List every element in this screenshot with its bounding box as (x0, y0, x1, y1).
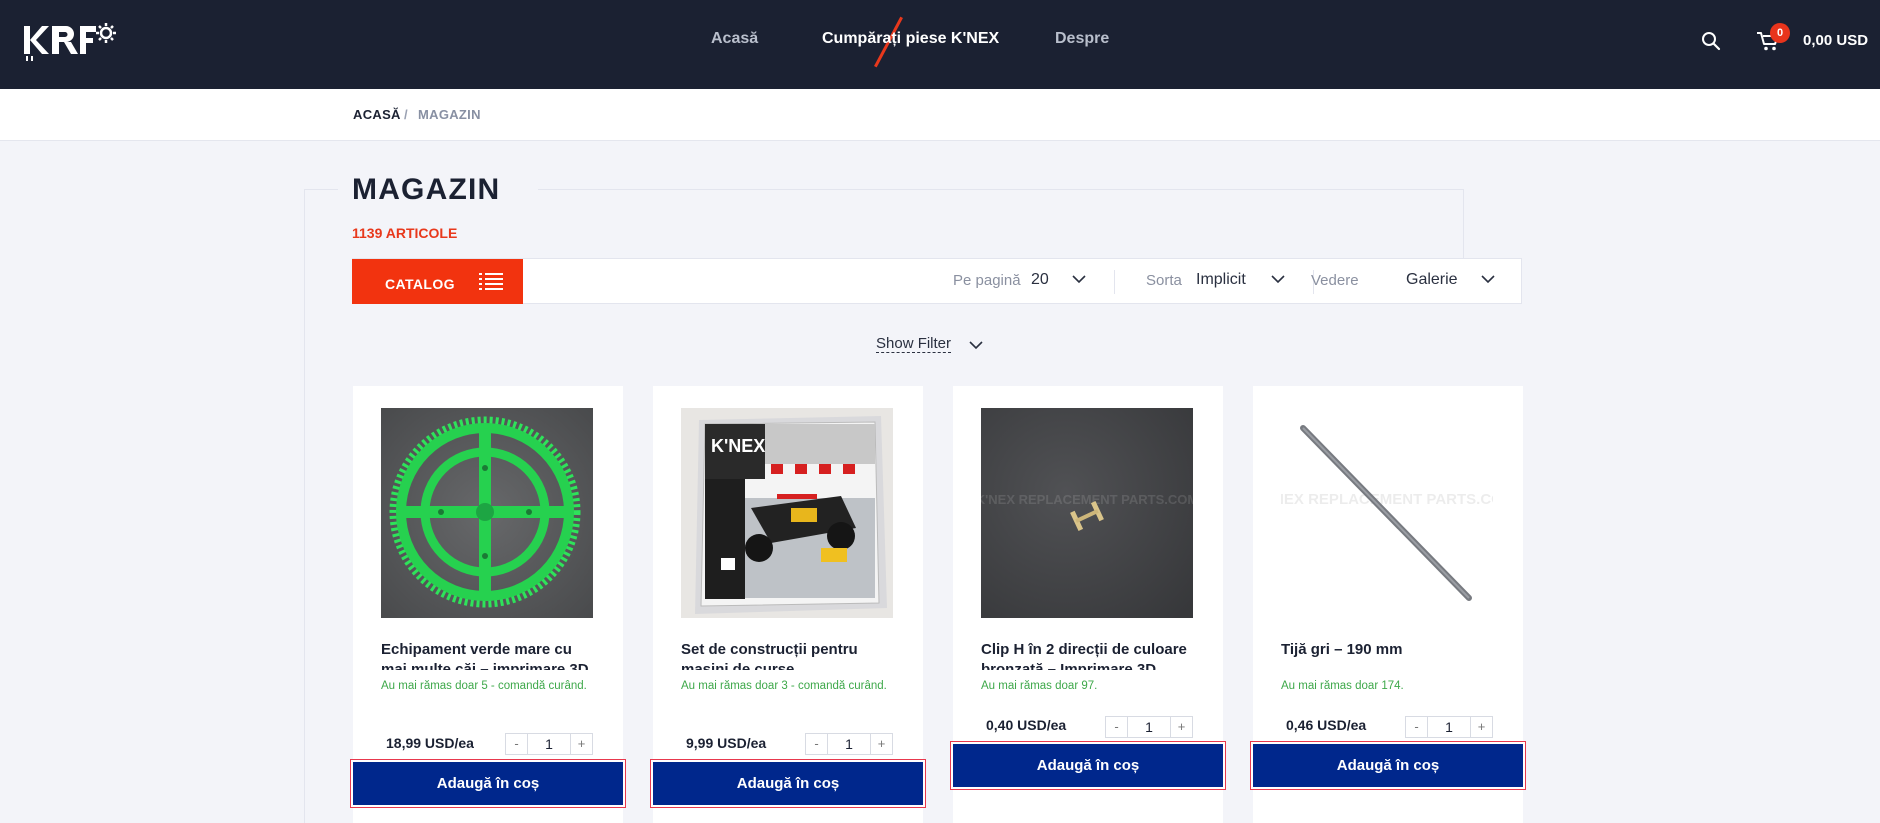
show-filter-toggle[interactable]: Show Filter (876, 335, 952, 353)
watermark-text: K'NEX REPLACEMENT PARTS.COM (1281, 491, 1493, 508)
stock-status: Au mai rămas doar 174. (1281, 680, 1404, 692)
chevron-down-icon[interactable] (1071, 274, 1087, 284)
package-logo: K'NEX (711, 436, 765, 456)
sort-value[interactable]: Implicit (1196, 271, 1246, 289)
chevron-down-icon[interactable] (968, 340, 984, 350)
catalog-button[interactable]: CATALOG (352, 259, 523, 304)
qty-decrease-button[interactable]: - (1106, 717, 1128, 737)
watermark-text: K'NEX REPLACEMENT PARTS.COM (981, 492, 1193, 507)
product-image-race-car-set[interactable]: K'NEX (681, 408, 893, 618)
frame-top-left (304, 189, 338, 190)
add-to-cart-button[interactable]: Adaugă în coș (1250, 741, 1526, 790)
product-name[interactable]: Clip H în 2 direcții de culoare bronzată… (981, 640, 1195, 670)
product-card: K'NEX REPLACEMENT PARTS.COM Tijă gri – 1… (1250, 386, 1526, 823)
breadcrumb-current: MAGAZIN (418, 107, 481, 122)
frame-top-right (538, 189, 1464, 190)
qty-decrease-button[interactable]: - (806, 734, 828, 754)
qty-input[interactable]: 1 (1128, 717, 1170, 737)
product-card: K'NEX REPLACEMENT PARTS.COM Clip H în 2 … (950, 386, 1226, 823)
product-image-green-gear[interactable] (381, 408, 593, 618)
chevron-down-icon[interactable] (1270, 274, 1286, 284)
stock-status: Au mai rămas doar 3 - comandă curând. (681, 680, 887, 692)
item-count: 1139 ARTICOLE (352, 225, 458, 241)
product-card: Echipament verde mare cu mai multe căi –… (350, 386, 626, 823)
toolbar-divider (1114, 270, 1115, 294)
page-title: MAGAZIN (352, 173, 501, 206)
add-to-cart-button[interactable]: Adaugă în coș (650, 759, 926, 808)
view-label: Vedere (1311, 272, 1359, 289)
quantity-stepper[interactable]: - 1 + (1405, 716, 1493, 738)
qty-increase-button[interactable]: + (570, 734, 592, 754)
breadcrumb-home-link[interactable]: ACASĂ (353, 107, 401, 122)
cart-total[interactable]: 0,00 USD (1803, 32, 1868, 49)
qty-increase-button[interactable]: + (870, 734, 892, 754)
qty-input[interactable]: 1 (528, 734, 570, 754)
list-icon (479, 273, 503, 290)
quantity-stepper[interactable]: - 1 + (505, 733, 593, 755)
frame-left (304, 189, 305, 823)
qty-increase-button[interactable]: + (1170, 717, 1192, 737)
nav-link-about[interactable]: Despre (1055, 30, 1109, 48)
product-card: K'NEX Set de construcții pentru mașini d… (650, 386, 926, 823)
add-to-cart-button[interactable]: Adaugă în coș (950, 741, 1226, 790)
per-page-label: Pe pagină (953, 272, 1021, 289)
breadcrumb-separator: / (404, 107, 408, 122)
product-image-h-clip[interactable]: K'NEX REPLACEMENT PARTS.COM (981, 408, 1193, 618)
view-value[interactable]: Galerie (1406, 271, 1458, 289)
nav-link-shop[interactable]: Cumpărați piese K'NEX (822, 30, 999, 48)
nav-link-home[interactable]: Acasă (711, 30, 758, 48)
breadcrumb (0, 89, 1880, 141)
qty-decrease-button[interactable]: - (1406, 717, 1428, 737)
product-price: 0,46 USD/ea (1286, 717, 1367, 733)
frame-right (1463, 189, 1464, 259)
qty-input[interactable]: 1 (828, 734, 870, 754)
product-price: 18,99 USD/ea (386, 735, 474, 751)
search-icon[interactable] (1700, 30, 1722, 52)
product-price: 0,40 USD/ea (986, 717, 1067, 733)
site-logo[interactable] (22, 20, 122, 62)
sort-label: Sorta (1146, 272, 1182, 289)
qty-increase-button[interactable]: + (1470, 717, 1492, 737)
qty-decrease-button[interactable]: - (506, 734, 528, 754)
cart-count-badge: 0 (1770, 23, 1790, 43)
stock-status: Au mai rămas doar 5 - comandă curând. (381, 680, 587, 692)
quantity-stepper[interactable]: - 1 + (805, 733, 893, 755)
catalog-label: CATALOG (385, 276, 455, 292)
product-name[interactable]: Tijă gri – 190 mm (1281, 640, 1495, 670)
stock-status: Au mai rămas doar 97. (981, 680, 1098, 692)
per-page-value[interactable]: 20 (1031, 271, 1049, 289)
qty-input[interactable]: 1 (1428, 717, 1470, 737)
quantity-stepper[interactable]: - 1 + (1105, 716, 1193, 738)
product-name[interactable]: Set de construcții pentru mașini de curs… (681, 640, 895, 670)
product-price: 9,99 USD/ea (686, 735, 767, 751)
product-image-grey-rod[interactable]: K'NEX REPLACEMENT PARTS.COM (1281, 408, 1493, 618)
product-name[interactable]: Echipament verde mare cu mai multe căi –… (381, 640, 595, 670)
chevron-down-icon[interactable] (1480, 274, 1496, 284)
add-to-cart-button[interactable]: Adaugă în coș (350, 759, 626, 808)
